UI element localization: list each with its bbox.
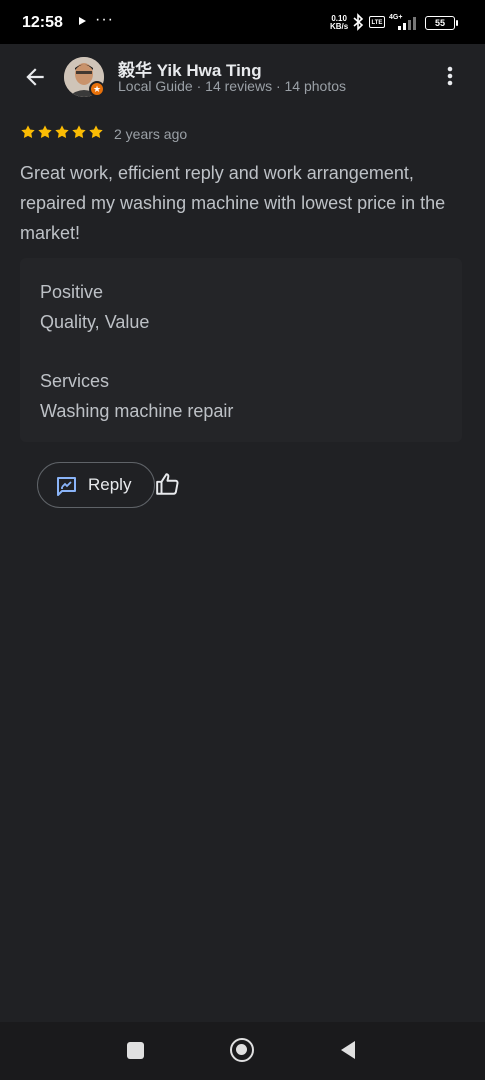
system-nav-bar: [0, 1022, 485, 1080]
star-icon: [21, 125, 35, 139]
reply-icon: [57, 477, 76, 496]
star-icon: [55, 125, 69, 139]
bluetooth-icon: [353, 13, 364, 31]
status-bar: 12:58 ··· 0.10 KB/s LTE 4G+ 55: [0, 0, 485, 44]
more-vert-icon[interactable]: [442, 64, 458, 88]
review-text: Great work, efficient reply and work arr…: [20, 163, 446, 243]
local-guide-star-icon: ★: [89, 81, 105, 97]
home-icon[interactable]: [230, 1038, 254, 1062]
network-speed: 0.10 KB/s: [330, 14, 349, 31]
media-play-icon: [79, 17, 86, 25]
more-notifications-icon: ···: [95, 11, 114, 28]
nav-back-icon[interactable]: [339, 1040, 357, 1060]
arrow-left-icon[interactable]: [22, 64, 48, 90]
thumb-up-icon[interactable]: [155, 471, 181, 497]
lte-icon: LTE: [369, 16, 385, 28]
reviewer-meta: Local Guide · 14 reviews · 14 photos: [118, 78, 347, 94]
review-attributes-card: Positive Quality, Value Services Washing…: [20, 258, 462, 442]
star-icon: [89, 125, 103, 139]
attribute-heading-positive: Positive: [40, 282, 104, 302]
attribute-value-services: Washing machine repair: [40, 401, 234, 421]
reply-label: Reply: [88, 475, 132, 494]
recent-apps-icon[interactable]: [127, 1042, 144, 1059]
avatar[interactable]: ★: [64, 57, 105, 97]
status-time: 12:58: [22, 14, 63, 31]
reply-button[interactable]: Reply: [37, 462, 155, 508]
attribute-value-positive: Quality, Value: [40, 312, 150, 332]
star-icon: [38, 125, 52, 139]
battery-icon: 55: [425, 16, 458, 30]
review-date: 2 years ago: [114, 126, 188, 142]
signal-icon: [398, 17, 416, 30]
star-icon: [72, 125, 86, 139]
attribute-heading-services: Services: [40, 371, 110, 391]
star-rating: [20, 124, 104, 140]
